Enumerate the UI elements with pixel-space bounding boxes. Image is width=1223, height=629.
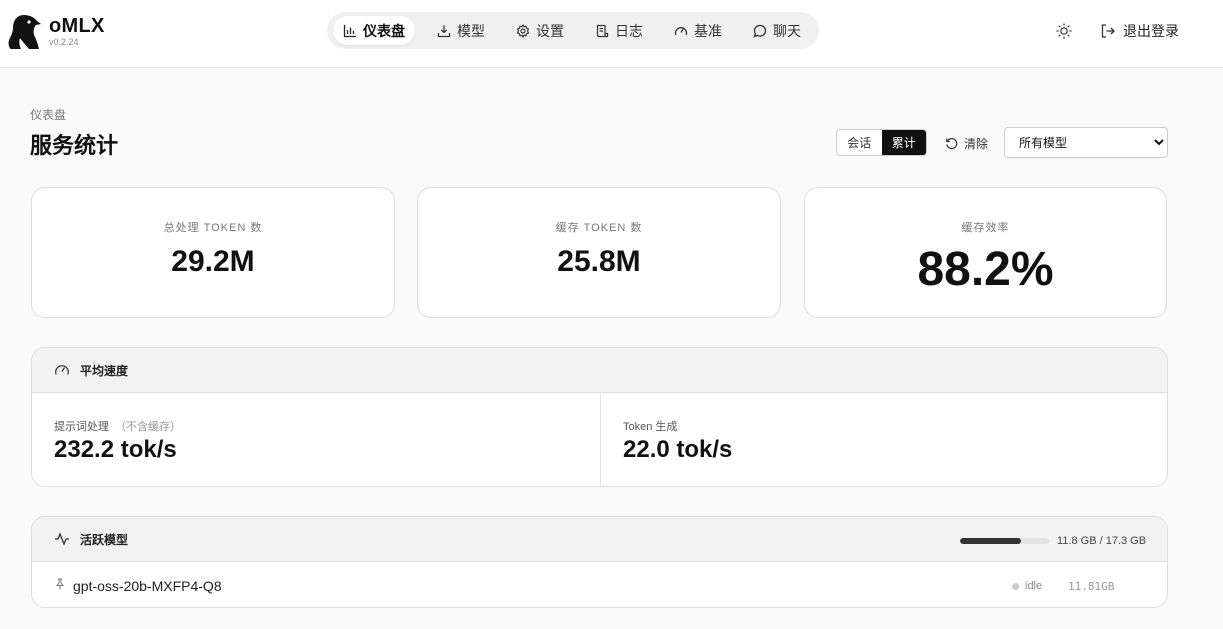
prompt-speed-label: 提示词处理 （不含缓存） <box>54 418 181 434</box>
refresh-icon <box>946 137 958 150</box>
clear-button[interactable]: 清除 <box>945 135 988 152</box>
stat-card-total-tokens: 总处理 TOKEN 数 29.2M <box>31 187 395 318</box>
bar-chart-icon <box>343 24 356 37</box>
nav-label: 模型 <box>457 22 485 39</box>
nav-label: 聊天 <box>773 22 801 39</box>
memory-text: 11.8 GB / 17.3 GB <box>1057 535 1147 547</box>
status-text: idle <box>1025 580 1043 592</box>
chat-icon <box>753 24 767 38</box>
nav-tab-benchmark[interactable]: 基准 <box>664 16 732 45</box>
prompt-label-text: 提示词处理 <box>54 421 109 433</box>
generation-speed-label: Token 生成 <box>623 421 678 433</box>
average-speed-panel: 平均速度 提示词处理 （不含缓存） 232.2 tok/s Token 生成 22… <box>31 347 1168 487</box>
nav-label: 仪表盘 <box>363 22 405 39</box>
gear-icon <box>516 23 530 38</box>
breadcrumb: 仪表盘 <box>30 108 67 122</box>
nav-tab-models[interactable]: 模型 <box>427 16 495 45</box>
scope-toggle: 会话 累计 <box>836 129 927 156</box>
prompt-speed-value: 232.2 tok/s <box>54 436 177 463</box>
status-dot <box>1012 582 1019 590</box>
panel-title: 活跃模型 <box>80 532 129 547</box>
stat-value: 88.2% <box>917 243 1054 296</box>
panel-header: 平均速度 <box>32 348 1167 393</box>
nav-label: 设置 <box>536 22 564 39</box>
model-name: gpt-oss-20b-MXFP4-Q8 <box>73 578 222 594</box>
logout-icon <box>1101 24 1115 38</box>
pin-icon[interactable] <box>54 578 66 590</box>
panel-title: 平均速度 <box>80 363 129 378</box>
model-filter-select[interactable]: 所有模型 <box>1004 127 1168 158</box>
nav-tab-dashboard[interactable]: 仪表盘 <box>333 16 415 45</box>
memory-usage: 11.8 GB / 17.3 GB <box>960 535 1146 547</box>
sun-icon[interactable] <box>1054 21 1074 41</box>
stat-card-cache-efficiency: 缓存效率 88.2% <box>804 187 1167 318</box>
penguin-logo-icon <box>8 15 41 49</box>
brand: oMLX v0.2.24 <box>49 16 105 47</box>
logout-button[interactable]: 退出登录 <box>1100 21 1179 41</box>
stat-label: 缓存 TOKEN 数 <box>555 222 643 234</box>
stat-label: 缓存效率 <box>961 222 1010 234</box>
memory-bar <box>960 538 1049 544</box>
memory-bar-fill <box>960 538 1021 544</box>
stat-value: 29.2M <box>171 245 255 278</box>
log-icon <box>596 24 609 37</box>
clear-label: 清除 <box>964 137 989 151</box>
nav-tab-chat[interactable]: 聊天 <box>743 16 811 45</box>
model-row[interactable]: gpt-oss-20b-MXFP4-Q8 idle 11.81GB <box>32 563 1167 607</box>
main-nav: 仪表盘 模型 设置 日志 基准 聊天 <box>327 12 819 49</box>
logout-label: 退出登录 <box>1123 23 1179 39</box>
download-icon <box>437 25 451 37</box>
active-models-panel: 活跃模型 11.8 GB / 17.3 GB gpt-oss-20b-MXFP4… <box>31 516 1168 608</box>
activity-icon <box>55 532 69 546</box>
stat-value: 25.8M <box>557 245 641 278</box>
panel-header: 活跃模型 11.8 GB / 17.3 GB <box>32 517 1167 562</box>
model-size: 11.81GB <box>1068 580 1115 593</box>
prompt-speed: 提示词处理 （不含缓存） 232.2 tok/s <box>32 394 600 486</box>
top-header: oMLX v0.2.24 仪表盘 模型 设置 日志 基准 聊天 退出登录 <box>0 0 1223 68</box>
scope-option-cumulative[interactable]: 累计 <box>881 130 926 155</box>
app-version: v0.2.24 <box>49 37 79 47</box>
nav-tab-settings[interactable]: 设置 <box>506 16 574 45</box>
page-title: 服务统计 <box>30 133 119 158</box>
scope-option-session[interactable]: 会话 <box>837 130 882 155</box>
model-status: idle <box>1012 580 1042 592</box>
gauge-icon <box>55 365 69 375</box>
app-name: oMLX <box>49 15 105 37</box>
stat-label: 总处理 TOKEN 数 <box>163 222 263 234</box>
generation-speed: Token 生成 22.0 tok/s <box>600 394 1167 486</box>
gauge-icon <box>674 26 688 35</box>
stat-card-cached-tokens: 缓存 TOKEN 数 25.8M <box>417 187 781 318</box>
generation-speed-value: 22.0 tok/s <box>623 436 733 463</box>
prompt-label-note: （不含缓存） <box>115 421 181 433</box>
nav-tab-logs[interactable]: 日志 <box>585 16 653 45</box>
nav-label: 基准 <box>694 22 722 39</box>
nav-label: 日志 <box>615 22 643 39</box>
